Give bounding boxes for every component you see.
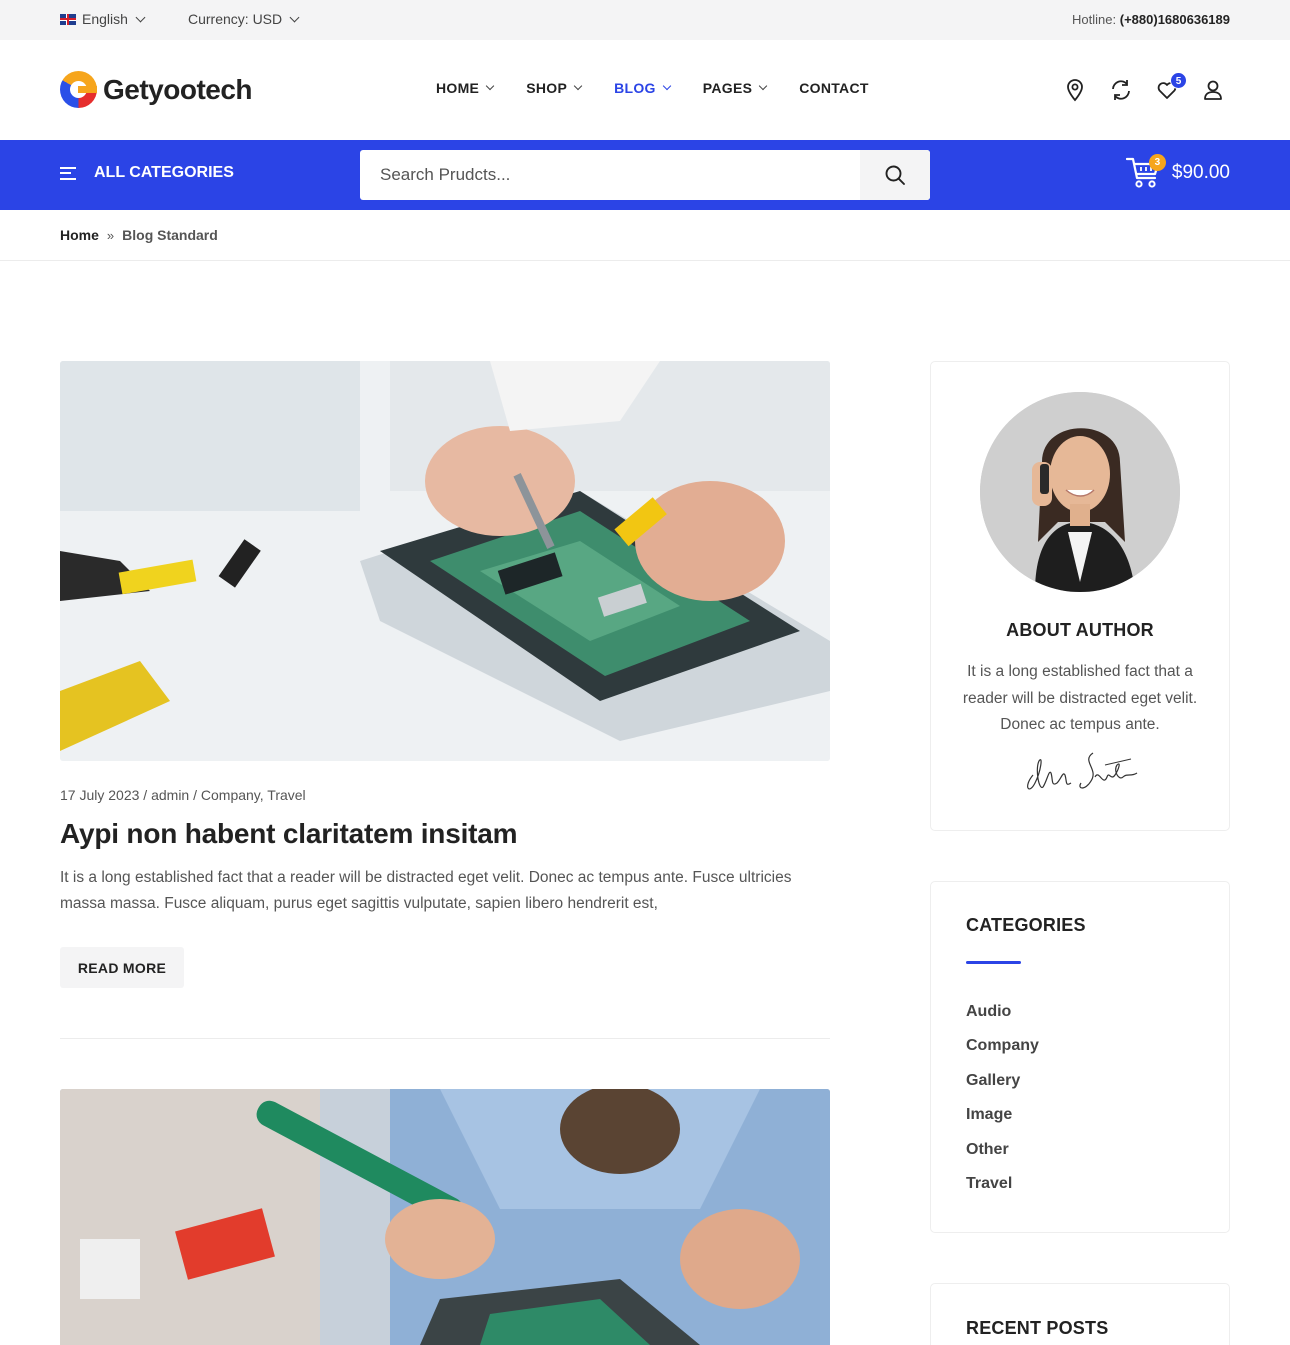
search-box: Search Prudcts...: [360, 150, 930, 200]
search-input[interactable]: Search Prudcts...: [360, 150, 860, 200]
top-bar: English Currency: USD Hotline: (+880)168…: [0, 0, 1290, 40]
breadcrumb-current: Blog Standard: [122, 227, 218, 243]
header-icons: 5: [1064, 72, 1224, 102]
nav-shop-label: SHOP: [526, 80, 568, 96]
post-featured-image[interactable]: [60, 1089, 830, 1345]
meta-separator: /: [193, 787, 201, 803]
main-nav: HOME SHOP BLOG PAGES CONTACT: [436, 80, 902, 96]
logo-text: Getyootech: [103, 73, 253, 105]
all-categories-button[interactable]: ALL CATEGORIES: [60, 164, 234, 182]
nav-blog[interactable]: BLOG: [614, 80, 671, 96]
category-item-image[interactable]: Image: [966, 1103, 1039, 1137]
compare-icon[interactable]: [1110, 78, 1132, 102]
hotline-label: Hotline:: [1072, 12, 1117, 27]
category-item-other[interactable]: Other: [966, 1138, 1039, 1172]
nav-home[interactable]: HOME: [436, 80, 495, 96]
wishlist-count-badge: 5: [1170, 72, 1187, 89]
hotline-number[interactable]: (+880)1680636189: [1120, 12, 1230, 27]
recent-posts-widget: RECENT POSTS: [930, 1283, 1230, 1345]
category-item-gallery[interactable]: Gallery: [966, 1069, 1039, 1103]
chevron-down-icon: [289, 12, 300, 22]
logo-mark-icon: [60, 71, 97, 108]
about-author-title: ABOUT AUTHOR: [1006, 620, 1154, 640]
uk-flag-icon: [60, 13, 76, 25]
post-categories[interactable]: Company, Travel: [201, 787, 306, 803]
breadcrumb-separator: »: [106, 227, 115, 243]
cart-count-badge: 3: [1148, 154, 1166, 171]
nav-contact-label: CONTACT: [799, 80, 869, 96]
nav-contact[interactable]: CONTACT: [799, 80, 869, 96]
hotline: Hotline: (+880)1680636189: [1072, 12, 1230, 27]
categories-title: CATEGORIES: [966, 915, 1086, 935]
categories-widget: CATEGORIES Audio Company Gallery Image O…: [930, 881, 1230, 1233]
main-header: Getyootech HOME SHOP BLOG PAGES CONTACT: [0, 40, 1290, 140]
mini-cart[interactable]: 3 $90.00: [1125, 154, 1230, 191]
chevron-down-icon: [662, 81, 671, 91]
nav-pages[interactable]: PAGES: [702, 80, 768, 96]
post-excerpt: It is a long established fact that a rea…: [60, 869, 792, 912]
category-list: Audio Company Gallery Image Other Travel: [966, 1000, 1039, 1206]
category-search-bar: ALL CATEGORIES Search Prudcts... 3 $90.0…: [0, 140, 1290, 210]
post-meta: 17 July 2023 / admin / Company, Travel: [60, 787, 306, 803]
nav-pages-label: PAGES: [702, 80, 753, 96]
chevron-down-icon: [485, 81, 495, 91]
language-label: English: [82, 11, 128, 27]
user-icon[interactable]: [1202, 78, 1224, 102]
wishlist-icon[interactable]: 5: [1156, 72, 1187, 102]
category-item-company[interactable]: Company: [966, 1034, 1039, 1068]
post-author[interactable]: admin: [151, 787, 189, 803]
currency-selector[interactable]: Currency: USD: [188, 11, 300, 27]
cart-icon: 3: [1125, 154, 1166, 191]
breadcrumb-home-link[interactable]: Home: [60, 227, 99, 243]
post-featured-image[interactable]: [60, 361, 830, 761]
nav-blog-label: BLOG: [614, 80, 656, 96]
nav-shop[interactable]: SHOP: [526, 80, 583, 96]
cart-total: $90.00: [1171, 162, 1230, 183]
breadcrumb: Home » Blog Standard: [0, 210, 1290, 261]
author-avatar: [980, 392, 1180, 592]
category-item-travel[interactable]: Travel: [966, 1172, 1039, 1206]
currency-label: Currency: USD: [188, 11, 283, 27]
chevron-down-icon: [135, 12, 146, 22]
about-author-text: It is a long established fact that a rea…: [962, 663, 1198, 733]
category-item-audio[interactable]: Audio: [966, 1000, 1039, 1034]
chevron-down-icon: [758, 81, 768, 91]
search-icon: [885, 165, 905, 185]
about-author-widget: ABOUT AUTHOR It is a long established fa…: [930, 361, 1230, 831]
menu-icon: [60, 166, 76, 180]
meta-separator: /: [143, 787, 152, 803]
post-date: 17 July 2023: [60, 787, 140, 803]
author-signature: [1027, 752, 1138, 790]
site-logo[interactable]: Getyootech: [60, 71, 253, 108]
read-more-button[interactable]: READ MORE: [60, 947, 184, 988]
post-title[interactable]: Aypi non habent claritatem insitam: [60, 818, 518, 850]
chevron-down-icon: [573, 81, 583, 91]
title-underline: [966, 961, 1021, 964]
location-icon[interactable]: [1064, 78, 1086, 102]
post-divider: [60, 1038, 830, 1039]
all-categories-label: ALL CATEGORIES: [94, 164, 234, 181]
recent-posts-title: RECENT POSTS: [966, 1318, 1109, 1338]
language-selector[interactable]: English: [60, 11, 146, 27]
search-button[interactable]: [860, 150, 930, 200]
nav-home-label: HOME: [436, 80, 480, 96]
